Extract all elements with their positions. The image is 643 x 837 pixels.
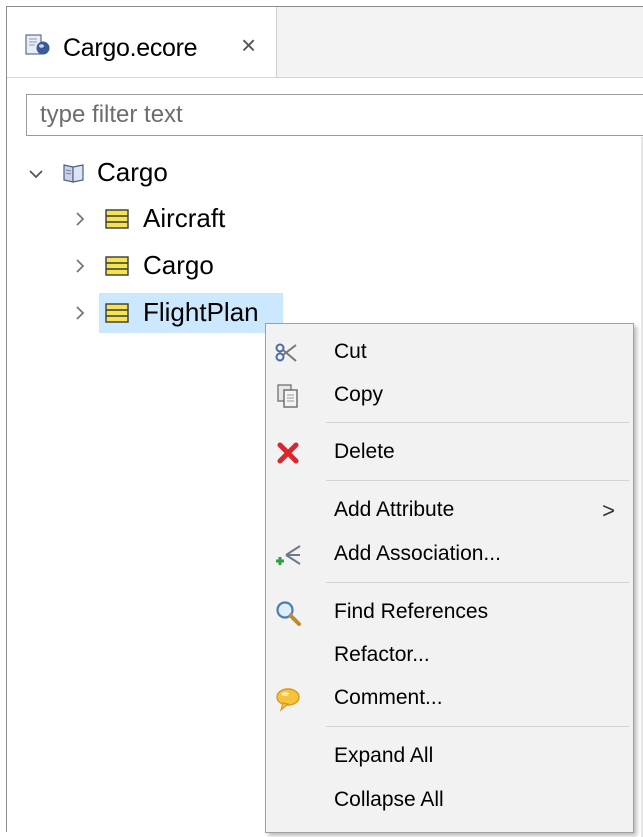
- chevron-right-icon[interactable]: [71, 304, 89, 322]
- editor-tab-bar: Cargo.ecore ×: [7, 7, 643, 78]
- tree-node-label: Cargo: [143, 250, 214, 280]
- menu-item-label: Refactor...: [334, 643, 430, 666]
- menu-item-comment[interactable]: Comment...: [266, 678, 633, 718]
- menu-item-label: Copy: [334, 383, 384, 406]
- tree-node-root[interactable]: Cargo: [21, 153, 321, 193]
- add-association-icon: [274, 541, 302, 569]
- tab-title: Cargo.ecore: [63, 34, 198, 62]
- tree-node-label: FlightPlan: [143, 297, 259, 327]
- submenu-arrow-icon: >: [602, 498, 615, 523]
- eclass-icon: [105, 208, 129, 230]
- menu-item-label: Find References: [334, 600, 489, 623]
- package-explorer-view: Cargo.ecore × Cargo: [6, 6, 643, 837]
- menu-separator: [326, 726, 629, 727]
- chevron-right-icon[interactable]: [71, 210, 89, 228]
- chevron-right-icon[interactable]: [71, 257, 89, 275]
- menu-item-copy[interactable]: Copy: [266, 375, 633, 415]
- copy-icon: [274, 382, 302, 410]
- menu-item-expand-all[interactable]: Expand All: [266, 736, 633, 776]
- delete-icon: [274, 439, 302, 467]
- tree-node-cargo[interactable]: Cargo: [63, 246, 363, 286]
- chevron-down-icon[interactable]: [27, 165, 45, 183]
- menu-item-label: Comment...: [334, 686, 443, 709]
- menu-separator: [326, 582, 629, 583]
- tree-node-label: Cargo: [97, 157, 168, 187]
- menu-item-label: Collapse All: [334, 788, 444, 811]
- menu-item-label: Expand All: [334, 744, 434, 767]
- eclass-icon: [105, 302, 129, 324]
- menu-item-delete[interactable]: Delete: [266, 432, 633, 472]
- menu-item-find-references[interactable]: Find References: [266, 592, 633, 632]
- tab-cargo-ecore[interactable]: Cargo.ecore ×: [7, 7, 277, 77]
- menu-item-label: Add Attribute: [334, 498, 455, 521]
- menu-item-label: Delete: [334, 440, 395, 463]
- tab-close-icon[interactable]: ×: [241, 32, 256, 58]
- menu-separator: [326, 422, 629, 423]
- filter-input-container: [26, 94, 643, 136]
- ecore-file-icon: [25, 33, 51, 57]
- filter-input[interactable]: [27, 95, 643, 135]
- context-menu: Cut Copy Delete Add Attribute > Add Asso…: [265, 323, 634, 833]
- menu-item-cut[interactable]: Cut: [266, 332, 633, 372]
- menu-item-collapse-all[interactable]: Collapse All: [266, 780, 633, 820]
- menu-separator: [326, 480, 629, 481]
- tree-node-label: Aircraft: [143, 203, 226, 233]
- menu-item-add-association[interactable]: Add Association...: [266, 534, 633, 574]
- menu-item-label: Add Association...: [334, 542, 501, 565]
- tree-node-aircraft[interactable]: Aircraft: [63, 199, 363, 239]
- package-icon: [61, 161, 87, 185]
- scissors-icon: [274, 339, 302, 367]
- menu-item-add-attribute[interactable]: Add Attribute >: [266, 490, 633, 530]
- comment-icon: [274, 685, 302, 713]
- menu-item-label: Cut: [334, 340, 367, 363]
- magnifier-icon: [274, 599, 302, 627]
- eclass-icon: [105, 255, 129, 277]
- menu-item-refactor[interactable]: Refactor...: [266, 635, 633, 675]
